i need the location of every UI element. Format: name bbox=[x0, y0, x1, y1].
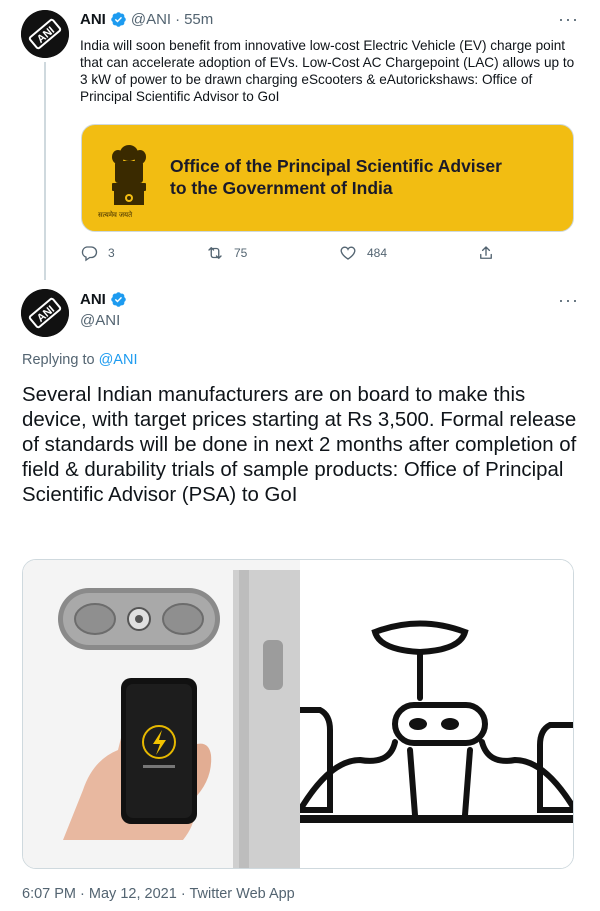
tweet1-header: ANI @ANI · 55m bbox=[80, 11, 213, 28]
retweet-count: 75 bbox=[234, 246, 248, 260]
thread-connector-line bbox=[44, 62, 46, 280]
reply-count: 3 bbox=[108, 246, 115, 260]
author-name[interactable]: ANI bbox=[80, 11, 106, 28]
charger-diagram-illustration bbox=[300, 560, 573, 868]
verified-badge-icon bbox=[111, 12, 126, 27]
author-name[interactable]: ANI bbox=[80, 291, 106, 308]
tweet1-body: India will soon benefit from innovative … bbox=[80, 38, 575, 104]
charger-phone-image[interactable] bbox=[23, 560, 300, 868]
more-icon[interactable]: ··· bbox=[558, 10, 579, 28]
reply-button[interactable]: 3 bbox=[80, 244, 115, 262]
tweet2-header: ANI bbox=[80, 291, 127, 308]
footer-date[interactable]: May 12, 2021 bbox=[89, 886, 177, 902]
link-card[interactable]: सत्यमेव जयते Office of the Principal Sci… bbox=[81, 124, 574, 232]
share-icon bbox=[480, 246, 492, 259]
ani-logo-icon: ANI bbox=[21, 289, 69, 337]
like-icon bbox=[340, 246, 356, 260]
tweet-time[interactable]: 55m bbox=[184, 11, 213, 28]
tweet1-actions: 3 75 484 bbox=[80, 244, 500, 266]
card-title-line2: to the Government of India bbox=[170, 178, 393, 198]
author-handle[interactable]: @ANI bbox=[80, 312, 120, 329]
card-title: Office of the Principal Scientific Advis… bbox=[170, 155, 502, 199]
emblem-caption: सत्यमेव जयते bbox=[98, 212, 133, 219]
like-count: 484 bbox=[367, 246, 388, 260]
reply-icon bbox=[81, 246, 98, 262]
card-title-line1: Office of the Principal Scientific Advis… bbox=[170, 156, 502, 176]
footer-source[interactable]: Twitter Web App bbox=[189, 886, 294, 902]
footer-separator: · bbox=[80, 886, 85, 902]
ani-avatar[interactable]: ANI bbox=[21, 10, 69, 58]
share-button[interactable] bbox=[477, 244, 495, 262]
footer-separator: · bbox=[180, 886, 186, 902]
separator-dot: · bbox=[175, 11, 181, 28]
tweet-footer: 6:07 PM · May 12, 2021 · Twitter Web App bbox=[22, 886, 295, 902]
ani-avatar[interactable]: ANI bbox=[21, 289, 69, 337]
like-button[interactable]: 484 bbox=[339, 244, 387, 262]
more-icon[interactable]: ··· bbox=[558, 291, 579, 309]
charger-phone-illustration bbox=[23, 560, 300, 868]
national-emblem-icon bbox=[112, 145, 146, 205]
replying-to-label: Replying to bbox=[22, 352, 95, 368]
charger-diagram-image[interactable] bbox=[300, 560, 573, 868]
replying-to-handle-link[interactable]: @ANI bbox=[99, 352, 138, 368]
tweet2-body: Several Indian manufacturers are on boar… bbox=[22, 384, 577, 506]
retweet-button[interactable]: 75 bbox=[206, 244, 247, 262]
retweet-icon bbox=[208, 247, 222, 259]
tweet2-handle-row: @ANI bbox=[80, 312, 120, 329]
ani-logo-icon: ANI bbox=[21, 10, 69, 58]
replying-to: Replying to @ANI bbox=[22, 352, 137, 368]
footer-time[interactable]: 6:07 PM bbox=[22, 886, 76, 902]
tweet-media[interactable] bbox=[22, 559, 574, 869]
author-handle[interactable]: @ANI bbox=[131, 11, 171, 28]
verified-badge-icon bbox=[111, 292, 126, 307]
